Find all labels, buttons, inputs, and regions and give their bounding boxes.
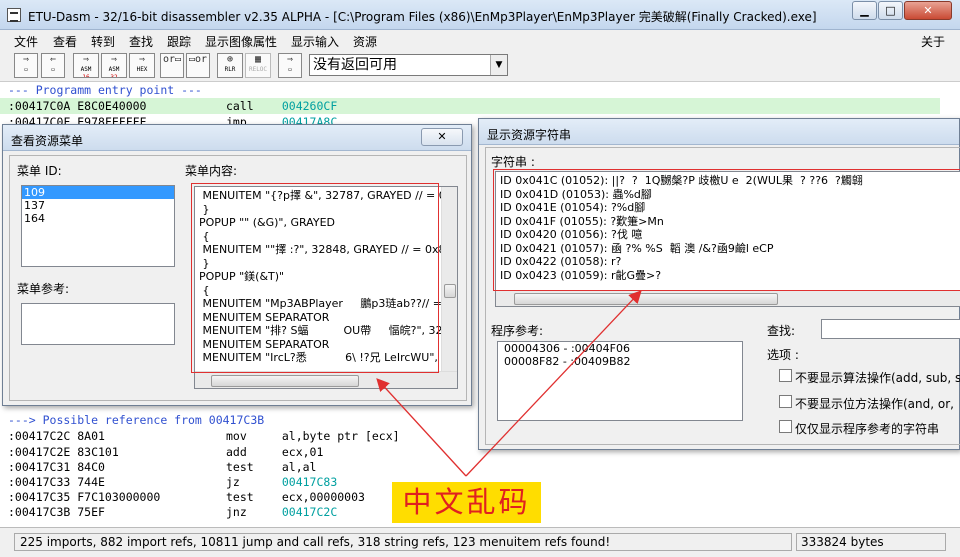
arrow-to-menu-content bbox=[376, 378, 467, 477]
arrow-to-strings bbox=[465, 290, 642, 477]
garbled-text-annotation: 中文乱码 bbox=[392, 482, 541, 523]
annotation-arrows bbox=[376, 290, 642, 477]
